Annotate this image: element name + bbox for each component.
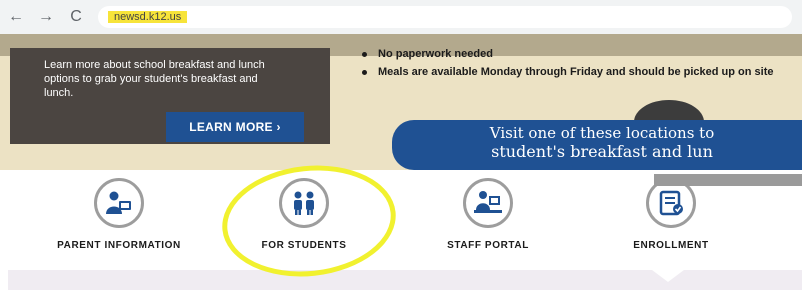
forward-arrow-icon[interactable]: → [38,8,54,26]
students-icon [279,178,329,228]
meal-bullets: No paperwork needed Meals are available … [352,48,802,79]
quick-link-label: FOR STUDENTS [261,240,347,251]
reload-icon[interactable]: C [68,8,84,26]
quick-link-label: STAFF PORTAL [447,240,529,251]
decorative-stripe [654,174,802,186]
bullet-item: Meals are available Monday through Frida… [352,66,792,79]
banner-line-1: Visit one of these locations to [489,124,715,142]
staff-icon [463,178,513,228]
quick-link-enrollment[interactable]: ENROLLMENT [606,178,736,251]
url-text: newsd.k12.us [108,11,188,23]
browser-toolbar: ← → C newsd.k12.us [0,0,802,34]
locations-banner[interactable]: Visit one of these locations to student'… [392,120,802,170]
quick-link-label: ENROLLMENT [633,240,709,251]
parent-icon [94,178,144,228]
learn-more-button[interactable]: LEARN MORE › [166,112,304,142]
page: ← → C newsd.k12.us Learn more about scho… [0,0,802,290]
active-caret-icon [652,270,684,282]
quick-link-staff-portal[interactable]: STAFF PORTAL [423,178,553,251]
hero-section: Learn more about school breakfast and lu… [0,34,802,170]
address-bar[interactable]: newsd.k12.us [98,6,792,28]
meals-info-text: Learn more about school breakfast and lu… [44,59,265,99]
quick-link-label: PARENT INFORMATION [57,240,181,251]
banner-line-2: student's breakfast and lun [491,142,713,161]
quick-link-for-students[interactable]: FOR STUDENTS [239,178,369,251]
quick-link-parent-information[interactable]: PARENT INFORMATION [54,178,184,251]
bullet-item: No paperwork needed [352,48,792,61]
back-arrow-icon[interactable]: ← [8,8,24,26]
